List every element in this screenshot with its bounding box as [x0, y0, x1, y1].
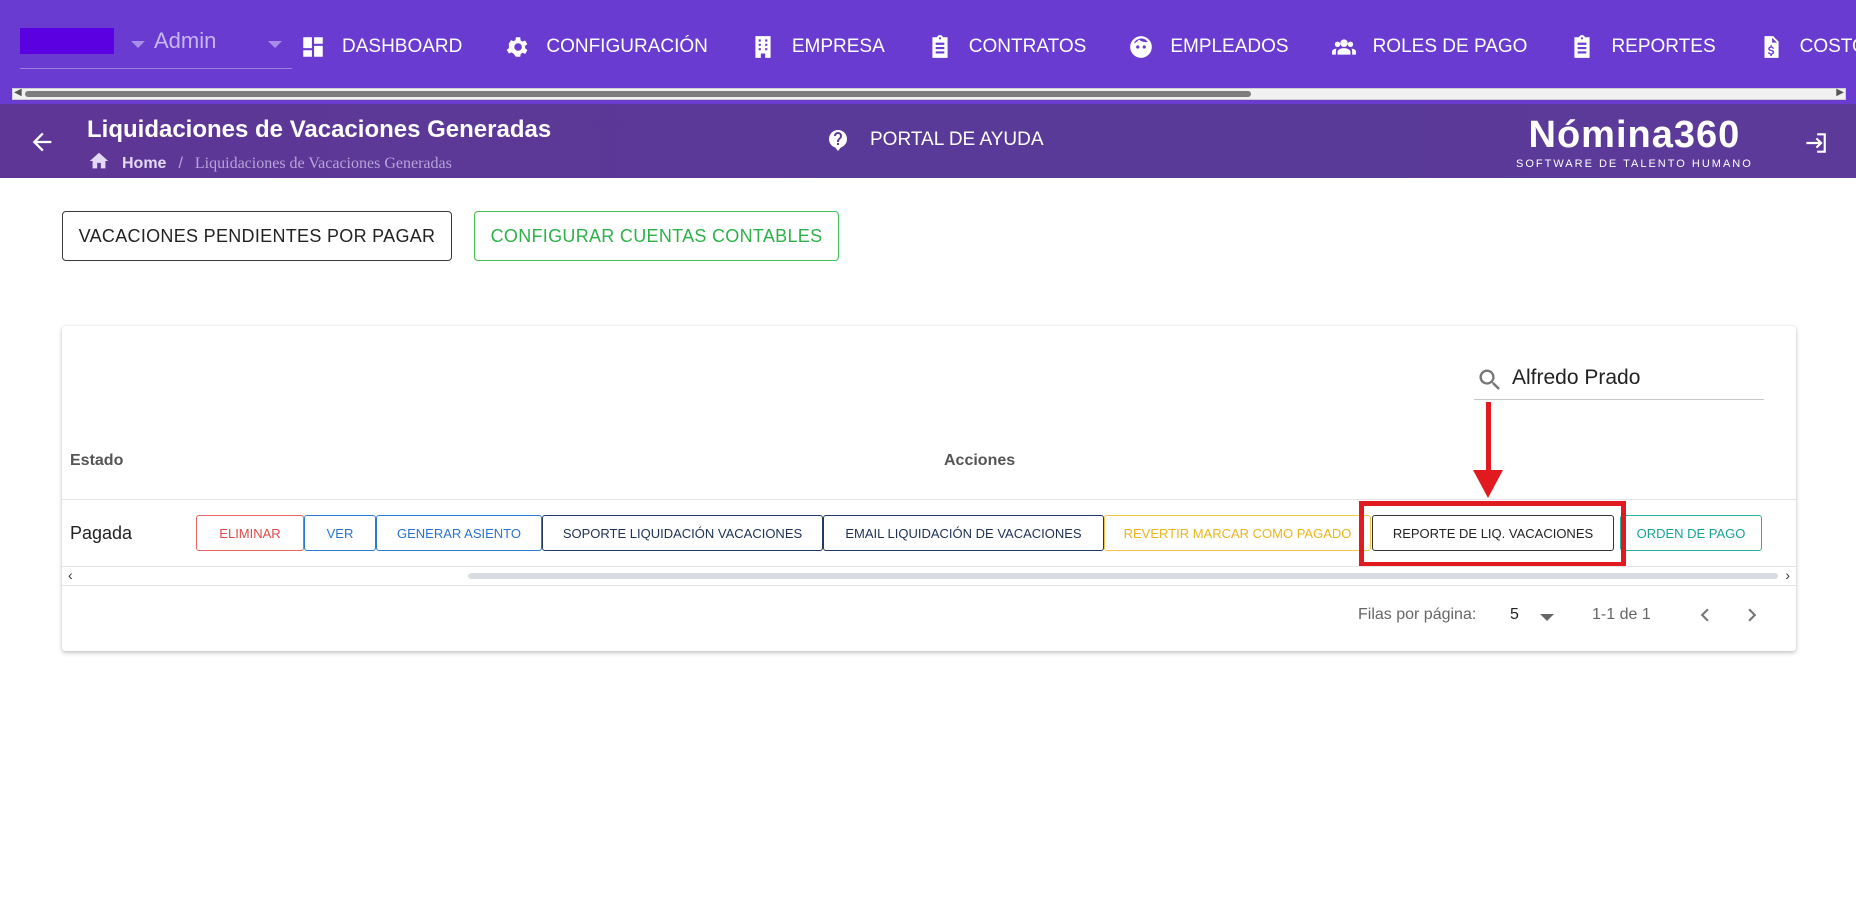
data-table-card: Alfredo Prado Estado Acciones Pagada ELI…	[62, 326, 1796, 651]
rows-per-page-label: Filas por página:	[1358, 606, 1477, 623]
configure-accounts-button[interactable]: CONFIGURAR CUENTAS CONTABLES	[474, 211, 839, 261]
liquidation-support-button[interactable]: SOPORTE LIQUIDACIÓN VACACIONES	[542, 515, 823, 551]
generate-entry-button[interactable]: GENERAR ASIENTO	[376, 515, 542, 551]
header-divider	[62, 499, 1796, 500]
column-header-estado[interactable]: Estado	[70, 452, 123, 470]
revert-paid-button[interactable]: REVERTIR MARCAR COMO PAGADO	[1104, 515, 1371, 551]
help-portal-label: PORTAL DE AYUDA	[870, 129, 1044, 150]
page-header: Liquidaciones de Vacaciones Generadas Ho…	[0, 104, 1856, 178]
nav-item-configuracion[interactable]: CONFIGURACIÓN	[504, 34, 708, 60]
search-icon	[1479, 369, 1500, 390]
help-icon	[829, 130, 847, 151]
breadcrumb-home-link[interactable]: Home	[122, 155, 166, 173]
group-icon	[1331, 34, 1357, 60]
main-menu: DASHBOARD CONFIGURACIÓN EMPRESA CONTRATO…	[300, 24, 1856, 70]
brand-name: Nómina360	[1528, 114, 1741, 156]
nav-item-label: CONFIGURACIÓN	[546, 36, 708, 57]
user-selector-label[interactable]: Admin	[154, 28, 216, 54]
table-cell-estado: Pagada	[70, 523, 133, 543]
pending-vacations-button[interactable]: VACACIONES PENDIENTES POR PAGAR	[62, 211, 452, 261]
building-icon	[750, 34, 776, 60]
view-button[interactable]: VER	[304, 515, 376, 551]
scroll-left-arrow-icon[interactable]: ◀	[14, 87, 22, 98]
previous-page-icon[interactable]	[1692, 602, 1718, 628]
page-title: Liquidaciones de Vacaciones Generadas	[87, 116, 552, 143]
pagination-range: 1-1 de 1	[1592, 606, 1651, 623]
nav-horizontal-scrollbar[interactable]: ◀ ▶	[12, 87, 1846, 100]
breadcrumb-separator: /	[178, 154, 183, 172]
organization-selector[interactable]	[20, 28, 114, 54]
search-input[interactable]: Alfredo Prado	[1474, 360, 1764, 400]
nav-item-empresa[interactable]: EMPRESA	[750, 34, 885, 60]
selector-underline	[20, 68, 292, 69]
scrollbar-thumb[interactable]	[25, 91, 1251, 97]
back-arrow-icon[interactable]	[28, 128, 56, 156]
nav-item-label: CONTRATOS	[968, 36, 1087, 57]
clipboard-icon	[1569, 34, 1595, 60]
next-page-icon[interactable]	[1739, 602, 1765, 628]
chevron-down-icon[interactable]	[268, 41, 282, 48]
nav-item-costos[interactable]: COSTOS	[1758, 34, 1856, 60]
face-icon	[1128, 34, 1154, 60]
clipboard-icon	[927, 34, 953, 60]
scroll-right-arrow-icon[interactable]: ▶	[1836, 87, 1844, 98]
nav-item-label: COSTOS	[1799, 36, 1856, 57]
footer-divider	[62, 585, 1796, 586]
home-icon[interactable]	[88, 150, 122, 177]
logout-icon[interactable]	[1802, 130, 1828, 161]
nav-item-roles-de-pago[interactable]: ROLES DE PAGO	[1331, 34, 1528, 60]
breadcrumb: Home / Liquidaciones de Vacaciones Gener…	[88, 150, 452, 177]
rows-per-page-select[interactable]: 5	[1510, 606, 1519, 624]
payment-order-button[interactable]: ORDEN DE PAGO	[1620, 515, 1762, 551]
table-scrollbar-thumb[interactable]	[468, 573, 1778, 579]
breadcrumb-current: Liquidaciones de Vacaciones Generadas	[194, 154, 452, 172]
brand-tagline: SOFTWARE DE TALENTO HUMANO	[1516, 158, 1753, 170]
nav-item-empleados[interactable]: EMPLEADOS	[1128, 34, 1289, 60]
nav-item-label: REPORTES	[1611, 36, 1716, 57]
nav-item-contratos[interactable]: CONTRATOS	[927, 34, 1087, 60]
chevron-down-icon[interactable]	[131, 41, 145, 48]
highlight-box	[1359, 501, 1626, 567]
nav-item-dashboard[interactable]: DASHBOARD	[300, 34, 462, 60]
scroll-left-icon[interactable]: ‹	[68, 567, 73, 583]
help-portal-link[interactable]: PORTAL DE AYUDA	[826, 128, 1044, 152]
chevron-down-icon[interactable]	[1540, 614, 1554, 621]
search-value[interactable]: Alfredo Prado	[1512, 366, 1640, 390]
nav-item-label: DASHBOARD	[342, 36, 463, 57]
brand-logo: Nómina360 SOFTWARE DE TALENTO HUMANO	[1516, 114, 1753, 170]
nav-item-reportes[interactable]: REPORTES	[1569, 34, 1716, 60]
nav-item-label: EMPLEADOS	[1170, 36, 1289, 57]
invoice-dollar-icon	[1758, 34, 1784, 60]
row-divider	[62, 566, 1796, 567]
nav-item-label: EMPRESA	[791, 36, 885, 57]
delete-button[interactable]: ELIMINAR	[196, 515, 304, 551]
top-navbar: Admin DASHBOARD CONFIGURACIÓN EMPRESA CO…	[0, 0, 1856, 104]
gear-icon	[504, 34, 530, 60]
nav-item-label: ROLES DE PAGO	[1372, 36, 1528, 57]
email-liquidation-button[interactable]: EMAIL LIQUIDACIÓN DE VACACIONES	[823, 515, 1104, 551]
annotation-arrow-shaft	[1486, 402, 1491, 472]
column-header-acciones: Acciones	[944, 452, 1016, 469]
table-horizontal-scrollbar[interactable]: ‹ ›	[62, 567, 1796, 584]
dashboard-icon	[300, 34, 326, 60]
annotation-arrow-head	[1473, 470, 1503, 498]
scroll-right-icon[interactable]: ›	[1785, 567, 1790, 583]
